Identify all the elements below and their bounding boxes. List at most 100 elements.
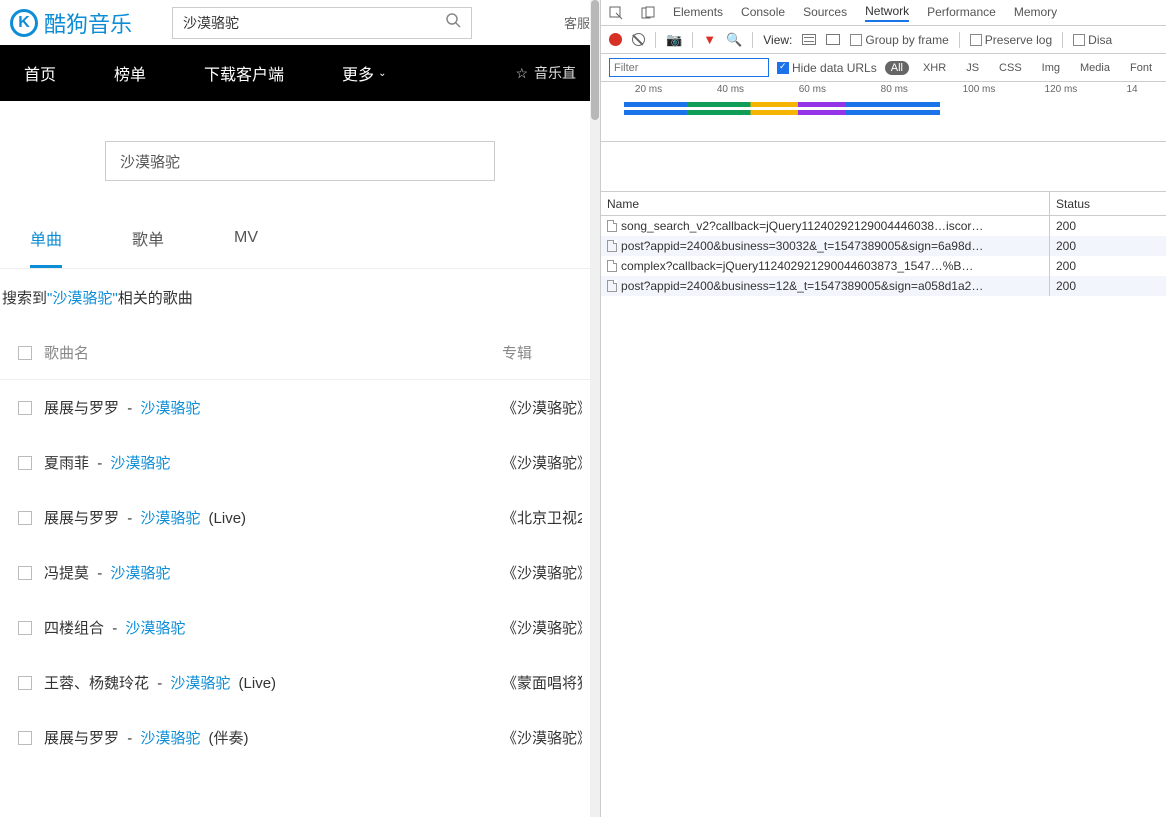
- nav-download[interactable]: 下载客户端: [204, 61, 284, 85]
- row-checkbox[interactable]: [18, 401, 32, 415]
- network-row[interactable]: complex?callback=jQuery11240292129004460…: [601, 256, 1166, 276]
- select-all-checkbox[interactable]: [18, 346, 32, 360]
- row-checkbox[interactable]: [18, 456, 32, 470]
- song-row[interactable]: 王蓉、杨魏玲花 - 沙漠骆驼 (Live) 《蒙面唱将猜…: [0, 655, 600, 710]
- song-title[interactable]: 沙漠骆驼: [110, 565, 170, 582]
- tab-songs[interactable]: 单曲: [30, 211, 62, 268]
- header-status[interactable]: Status: [1050, 192, 1166, 215]
- main-nav: 首页 榜单 下载客户端 更多 ⌄ ☆ 音乐直: [0, 45, 600, 101]
- song-cell: 展展与罗罗 - 沙漠骆驼: [44, 397, 502, 418]
- timeline-tick: 120 ms: [1045, 84, 1078, 95]
- row-checkbox[interactable]: [18, 731, 32, 745]
- network-table-header: Name Status: [601, 192, 1166, 216]
- record-button[interactable]: [609, 33, 622, 46]
- row-checkbox[interactable]: [18, 566, 32, 580]
- nav-right-label: 音乐直: [534, 63, 576, 83]
- separator: [1062, 32, 1063, 48]
- preserve-log[interactable]: Preserve log: [970, 33, 1052, 47]
- song-title[interactable]: 沙漠骆驼: [140, 400, 200, 417]
- type-xhr[interactable]: XHR: [917, 61, 952, 75]
- network-timeline[interactable]: 20 ms40 ms60 ms80 ms100 ms120 ms14: [601, 82, 1166, 142]
- song-row[interactable]: 展展与罗罗 - 沙漠骆驼 (伴奏) 《沙漠骆驼》: [0, 710, 600, 765]
- separator: [655, 32, 656, 48]
- row-checkbox[interactable]: [18, 621, 32, 635]
- tab-performance[interactable]: Performance: [927, 5, 996, 21]
- scrollbar-thumb[interactable]: [591, 0, 599, 120]
- network-row[interactable]: song_search_v2?callback=jQuery1124029212…: [601, 216, 1166, 236]
- request-status: 200: [1050, 259, 1166, 273]
- camera-icon[interactable]: 📷: [666, 32, 682, 48]
- checkbox-checked[interactable]: [777, 62, 789, 74]
- tab-memory[interactable]: Memory: [1014, 5, 1057, 21]
- checkbox[interactable]: [1073, 34, 1085, 46]
- timeline-tick: 60 ms: [799, 84, 826, 95]
- nav-home[interactable]: 首页: [24, 61, 56, 85]
- tab-console[interactable]: Console: [741, 5, 785, 21]
- song-row[interactable]: 展展与罗罗 - 沙漠骆驼 (Live) 《北京卫视2…: [0, 490, 600, 545]
- view-small-icon[interactable]: [826, 34, 840, 45]
- song-cell: 展展与罗罗 - 沙漠骆驼 (Live): [44, 507, 502, 528]
- song-row[interactable]: 展展与罗罗 - 沙漠骆驼 《沙漠骆驼》: [0, 380, 600, 435]
- tab-elements[interactable]: Elements: [673, 5, 723, 21]
- clear-button[interactable]: [632, 33, 645, 46]
- header-search[interactable]: [172, 7, 472, 39]
- album-cell: 《沙漠骆驼》: [502, 452, 582, 473]
- separator: -: [127, 730, 132, 747]
- group-by-frame[interactable]: Group by frame: [850, 33, 948, 47]
- left-scrollbar[interactable]: [590, 0, 600, 817]
- tab-mv[interactable]: MV: [234, 211, 258, 268]
- song-title[interactable]: 沙漠骆驼: [140, 730, 200, 747]
- tab-playlists[interactable]: 歌单: [132, 211, 164, 268]
- header-name[interactable]: Name: [601, 192, 1050, 215]
- checkbox[interactable]: [850, 34, 862, 46]
- inspect-icon[interactable]: [609, 6, 623, 20]
- type-js[interactable]: JS: [960, 61, 985, 75]
- hide-data-urls[interactable]: Hide data URLs: [777, 61, 877, 75]
- search-input[interactable]: [183, 15, 445, 31]
- row-checkbox[interactable]: [18, 511, 32, 525]
- album-cell: 《蒙面唱将猜…: [502, 672, 582, 693]
- song-suffix: (Live): [239, 675, 277, 692]
- song-title[interactable]: 沙漠骆驼: [125, 620, 185, 637]
- separator: -: [112, 620, 117, 637]
- result-prefix: 搜索到: [2, 290, 47, 307]
- center-search-input[interactable]: [120, 153, 480, 170]
- nav-charts[interactable]: 榜单: [114, 61, 146, 85]
- filter-input[interactable]: [609, 58, 769, 77]
- network-row[interactable]: post?appid=2400&business=30032&_t=154738…: [601, 236, 1166, 256]
- network-toolbar-1: 📷 ▼ 🔍 View: Group by frame Preserve log …: [601, 26, 1166, 54]
- checkbox[interactable]: [970, 34, 982, 46]
- type-css[interactable]: CSS: [993, 61, 1028, 75]
- type-img[interactable]: Img: [1036, 61, 1066, 75]
- song-row[interactable]: 四楼组合 - 沙漠骆驼 《沙漠骆驼》: [0, 600, 600, 655]
- search-icon[interactable]: [445, 12, 461, 33]
- filter-icon[interactable]: ▼: [703, 32, 716, 47]
- disable-cache[interactable]: Disa: [1073, 33, 1112, 47]
- song-title[interactable]: 沙漠骆驼: [110, 455, 170, 472]
- center-search-box[interactable]: [105, 141, 495, 181]
- song-row[interactable]: 夏雨菲 - 沙漠骆驼 《沙漠骆驼》: [0, 435, 600, 490]
- network-row[interactable]: post?appid=2400&business=12&_t=154738900…: [601, 276, 1166, 296]
- song-cell: 展展与罗罗 - 沙漠骆驼 (伴奏): [44, 727, 502, 748]
- view-large-icon[interactable]: [802, 34, 816, 45]
- song-suffix: (Live): [209, 510, 247, 527]
- song-title[interactable]: 沙漠骆驼: [170, 675, 230, 692]
- header-support-link[interactable]: 客服: [564, 13, 590, 32]
- timeline-tick: 80 ms: [881, 84, 908, 95]
- separator: [752, 32, 753, 48]
- type-media[interactable]: Media: [1074, 61, 1116, 75]
- tab-network[interactable]: Network: [865, 4, 909, 22]
- type-all[interactable]: All: [885, 61, 909, 75]
- device-icon[interactable]: [641, 6, 655, 20]
- song-title[interactable]: 沙漠骆驼: [140, 510, 200, 527]
- row-checkbox[interactable]: [18, 676, 32, 690]
- tab-sources[interactable]: Sources: [803, 5, 847, 21]
- column-name: 歌曲名: [44, 342, 502, 363]
- site-logo[interactable]: K 酷狗音乐: [10, 7, 132, 39]
- type-font[interactable]: Font: [1124, 61, 1158, 75]
- nav-right-link[interactable]: ☆ 音乐直: [515, 63, 576, 83]
- search-icon[interactable]: 🔍: [726, 32, 742, 48]
- song-row[interactable]: 冯提莫 - 沙漠骆驼 《沙漠骆驼》: [0, 545, 600, 600]
- nav-more[interactable]: 更多 ⌄: [342, 61, 386, 85]
- document-icon: [607, 260, 617, 272]
